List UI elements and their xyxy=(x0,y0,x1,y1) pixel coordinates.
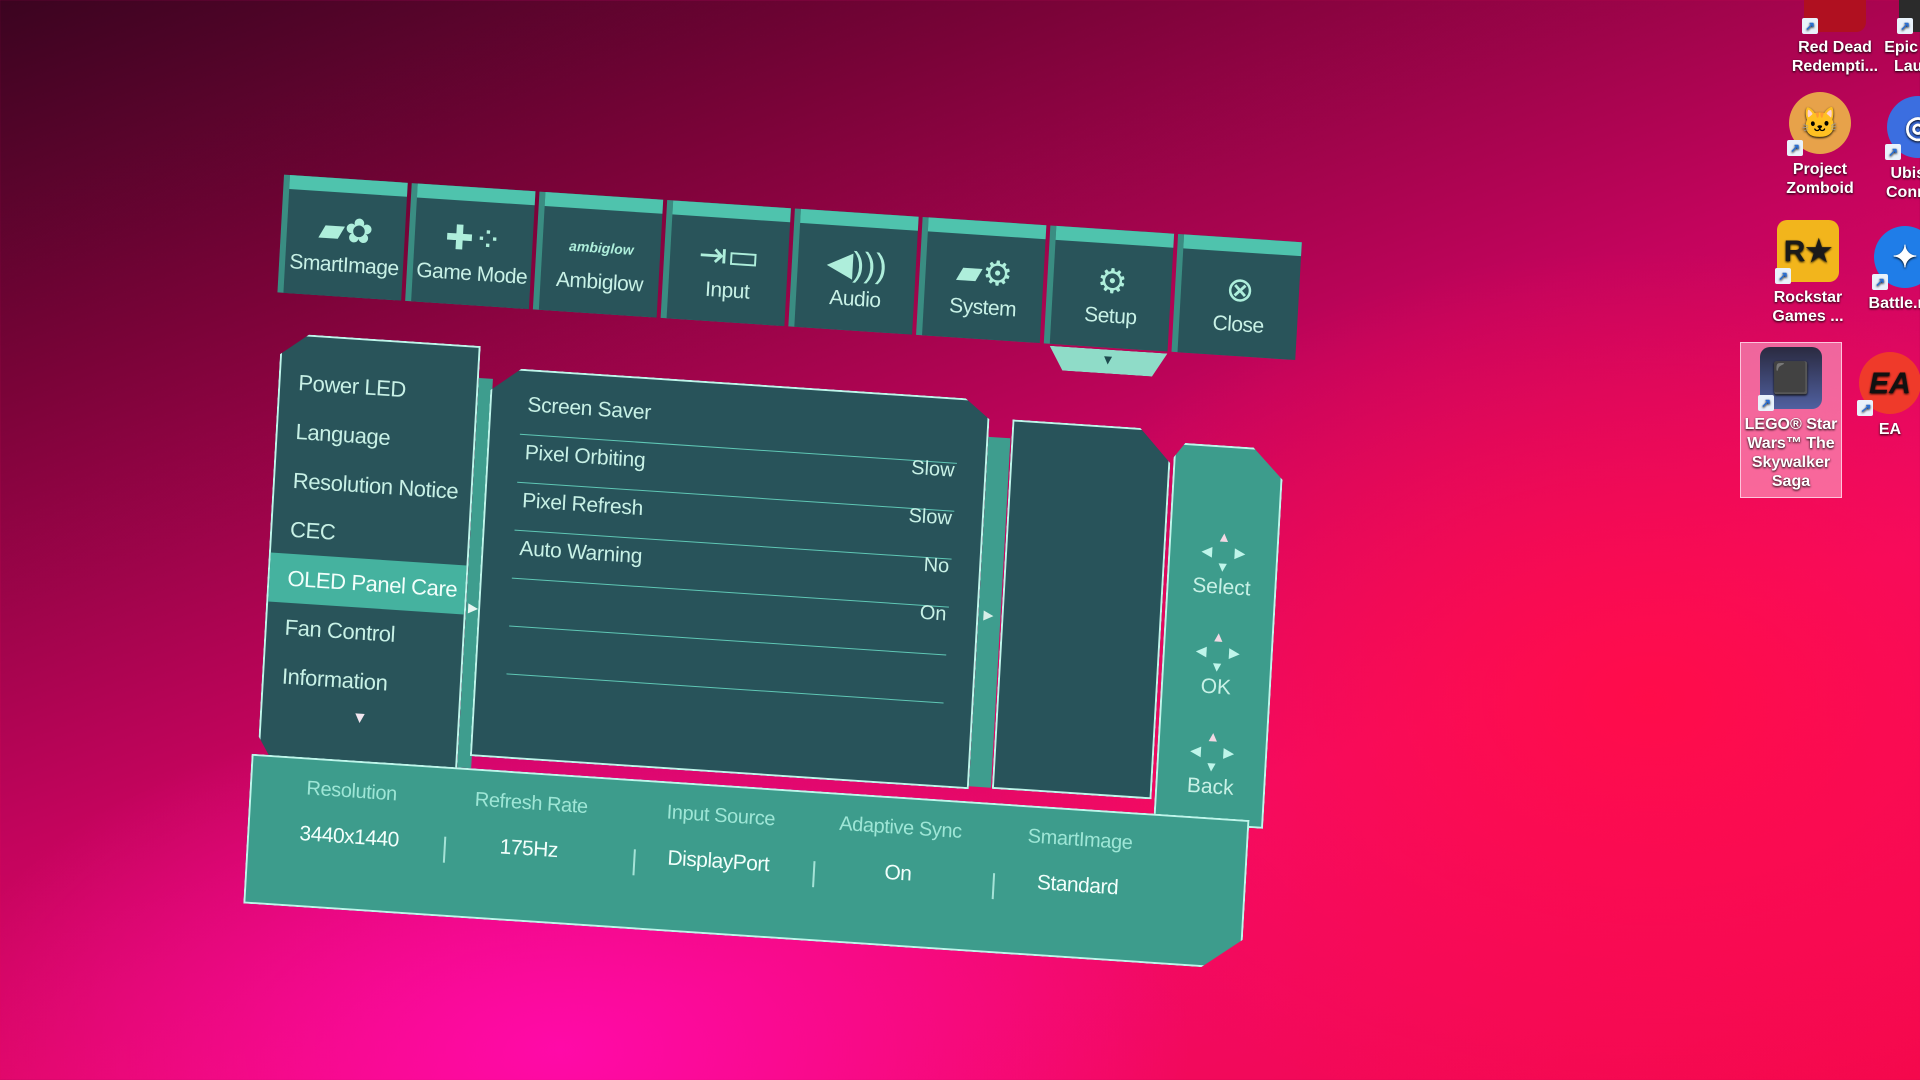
value-options-panel xyxy=(992,419,1172,799)
tab-audio[interactable]: ◀))) Audio xyxy=(794,208,919,335)
speaker-icon: ◀))) xyxy=(825,243,888,286)
project-zomboid-icon: 🐱 ↗ xyxy=(1787,92,1851,156)
tab-smartimage[interactable]: ▰✿ SmartImage xyxy=(283,175,408,301)
divider xyxy=(992,873,995,899)
submenu-arrow-icon: ▶ xyxy=(983,606,994,623)
desktop-icon-ea[interactable]: EA ↗ EA xyxy=(1840,352,1920,439)
select-hint: ▲ ◀ ▶ ▼ Select xyxy=(1191,528,1252,601)
desktop-icon-lego-star-wars[interactable]: ⬛ ↗ LEGO® Star Wars™ The Skywalker Saga xyxy=(1740,342,1842,498)
divider xyxy=(632,849,635,875)
system-icon: ▰⚙ xyxy=(955,252,1014,295)
tab-input[interactable]: ⇥▭ Input xyxy=(666,200,791,327)
lego-star-wars-icon: ⬛ ↗ xyxy=(1758,347,1822,411)
status-adaptive-sync: Adaptive Sync On xyxy=(838,812,963,886)
desktop-icon-ubisoft-connect[interactable]: ◎↗ Ubisoft Connect xyxy=(1868,96,1920,202)
ea-icon: EA ↗ xyxy=(1857,352,1920,416)
battle-net-icon: ✦ ↗ xyxy=(1872,226,1920,290)
tab-setup[interactable]: ⚙ Setup xyxy=(1049,225,1175,352)
desktop-icon-project-zomboid[interactable]: 🐱 ↗ Project Zomboid xyxy=(1770,92,1870,198)
desktop-icon-rockstar-games[interactable]: R★ ↗ Rockstar Games ... xyxy=(1758,220,1858,326)
status-resolution: Resolution 3440x1440 xyxy=(298,777,400,852)
tab-close[interactable]: ⊗ Close xyxy=(1177,234,1302,361)
red-dead-icon: ↗ xyxy=(1802,0,1866,34)
status-input-source: Input Source DisplayPort xyxy=(666,801,776,877)
rockstar-icon: R★ ↗ xyxy=(1775,220,1839,284)
status-smartimage: SmartImage Standard xyxy=(1027,825,1134,900)
ok-hint: ▲ ◀ ▶ ▼ OK xyxy=(1195,628,1241,700)
ubisoft-connect-icon: ◎ ↗ xyxy=(1885,96,1920,160)
navigation-legend: ▲ ◀ ▶ ▼ Select ▲ ◀ ▶ ▼ OK ▲ ◀ ▶ ▼ Back xyxy=(1153,442,1284,829)
input-icon: ⇥▭ xyxy=(697,235,761,278)
submenu-arrow-icon: ▶ xyxy=(467,599,479,616)
tab-game-mode[interactable]: ✚⁘ Game Mode xyxy=(411,183,536,310)
tab-system[interactable]: ▰⚙ System xyxy=(922,217,1047,344)
monitor-osd: ▰✿ SmartImage ✚⁘ Game Mode ambiglow Ambi… xyxy=(248,175,1348,1004)
divider xyxy=(812,861,815,887)
gamepad-icon: ✚⁘ xyxy=(444,218,504,261)
smartimage-icon: ▰✿ xyxy=(317,210,375,252)
back-hint: ▲ ◀ ▶ ▼ Back xyxy=(1186,727,1235,800)
dpad-icon: ▲ ◀ ▶ ▼ xyxy=(1201,528,1246,576)
desktop-icon-red-dead-redemption[interactable]: ↗ Red Dead Redempti... xyxy=(1785,0,1885,76)
close-icon: ⊗ xyxy=(1224,270,1256,311)
desktop-icon-epic-games[interactable]: ↗ Epic Games Launcher xyxy=(1880,0,1920,76)
dpad-icon: ▲ ◀ ▶ ▼ xyxy=(1189,727,1235,775)
setup-menu: Power LED Language Resolution Notice CEC… xyxy=(257,333,481,776)
epic-games-icon: ↗ xyxy=(1897,0,1920,34)
status-refresh-rate: Refresh Rate 175Hz xyxy=(474,788,589,863)
tab-ambiglow[interactable]: ambiglow Ambiglow xyxy=(538,191,664,318)
gear-icon: ⚙ xyxy=(1096,261,1129,302)
ambiglow-icon: ambiglow xyxy=(568,237,635,258)
divider xyxy=(443,837,446,863)
oled-panel-care-settings: Screen Saver Slow Pixel Orbiting Slow Pi… xyxy=(470,367,991,790)
desktop-icon-battle-net[interactable]: ✦↗ Battle.net xyxy=(1855,226,1920,313)
dpad-icon: ▲ ◀ ▶ ▼ xyxy=(1195,628,1241,675)
